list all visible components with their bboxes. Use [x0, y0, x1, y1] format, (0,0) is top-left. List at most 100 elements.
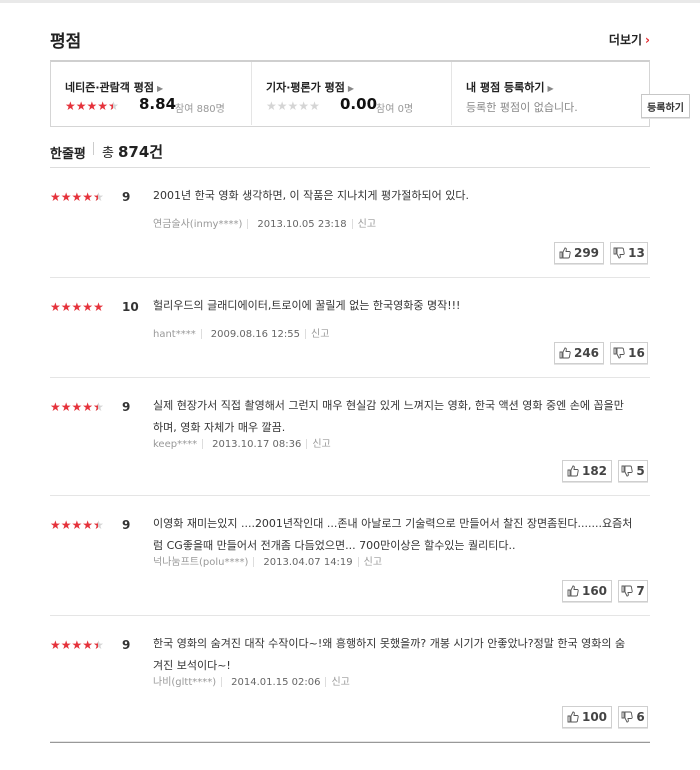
review-author[interactable]: hant****	[153, 329, 196, 340]
divider	[247, 219, 249, 229]
star-icon: ★	[86, 99, 98, 113]
review-score: 10	[122, 300, 139, 314]
star-icon: ★	[287, 99, 299, 113]
star-icon: ★	[93, 190, 104, 204]
star-icon: ★	[60, 400, 72, 414]
review-item: ★★★★★9한국 영화의 숨겨진 대작 수작이다~!왜 흥행하지 못했을까? 개…	[50, 616, 650, 742]
star-icon: ★	[71, 400, 83, 414]
dislike-button[interactable]: 7	[618, 580, 648, 602]
top-border	[0, 0, 700, 3]
divider	[306, 439, 308, 449]
my-score-panel: 내 평점 등록하기 ▶ 등록한 평점이 없습니다. 등록하기	[451, 62, 690, 125]
dislike-count: 13	[628, 246, 645, 260]
netizen-score-label: 네티즌·관람객 평점	[65, 81, 154, 94]
star-icon: ★	[266, 99, 277, 113]
chevron-right-icon: ›	[645, 33, 650, 47]
star-icon: ★	[298, 99, 310, 113]
review-date: 2013.10.05 23:18	[257, 219, 347, 230]
like-button[interactable]: 160	[562, 580, 612, 602]
section-header: 평점 더보기 ›	[50, 27, 650, 52]
review-author[interactable]: 나비(gltt****)	[153, 677, 216, 688]
star-icon: ★	[82, 400, 94, 414]
thumbs-up-icon	[559, 247, 571, 259]
divider	[200, 329, 202, 339]
review-author[interactable]: 연금술사(inmy****)	[153, 219, 242, 230]
divider	[305, 329, 306, 339]
star-icon: ★	[71, 190, 83, 204]
report-link[interactable]: 신고	[311, 329, 329, 340]
star-icon: ★	[82, 190, 94, 204]
review-star-rating: ★★★★★	[50, 638, 104, 652]
review-text: 한국 영화의 숨겨진 대작 수작이다~!왜 흥행하지 못했을까? 개봉 시기가 …	[153, 637, 626, 672]
critic-score-value: 0.00	[340, 95, 378, 113]
review-item: ★★★★★9이영화 재미는있지 ....2001년작인대 ...존내 아날로그 …	[50, 496, 650, 616]
netizen-score-link[interactable]: 네티즌·관람객 평점 ▶	[65, 79, 163, 95]
section-title: 평점	[50, 32, 82, 52]
my-score-note: 등록한 평점이 없습니다.	[466, 101, 578, 114]
like-count: 100	[581, 710, 608, 724]
star-icon: ★	[108, 99, 119, 113]
review-date: 2014.01.15 02:06	[231, 677, 321, 688]
star-icon: ★	[71, 638, 83, 652]
star-icon: ★	[65, 99, 76, 113]
critic-score-link[interactable]: 기자·평론가 평점 ▶	[266, 79, 354, 95]
review-total: 총 874건	[102, 141, 163, 162]
report-link[interactable]: 신고	[312, 439, 330, 450]
star-icon: ★	[60, 300, 72, 314]
like-button[interactable]: 182	[562, 460, 612, 482]
divider	[351, 219, 353, 229]
review-meta: 나비(gltt****) 2014.01.15 02:06 신고	[153, 673, 350, 688]
like-count: 182	[581, 464, 608, 478]
dislike-button[interactable]: 6	[618, 706, 648, 728]
review-item: ★★★★★ 10 헐리우드의 글래디에이터,트로이에 꿀릴게 없는 한국영화중 명작…	[50, 278, 650, 378]
report-link[interactable]: 신고	[364, 557, 382, 568]
like-count: 246	[573, 346, 600, 360]
dislike-button[interactable]: 13	[610, 242, 648, 264]
like-button[interactable]: 100	[562, 706, 612, 728]
more-label: 더보기	[608, 33, 643, 47]
review-score: 9	[122, 190, 131, 204]
caret-right-icon: ▶	[347, 84, 355, 93]
register-score-button[interactable]: 등록하기	[641, 94, 690, 118]
thumbs-down-icon	[621, 711, 633, 723]
dislike-button[interactable]: 5	[618, 460, 648, 482]
oneline-review-label: 한줄평	[50, 147, 86, 162]
star-icon: ★	[93, 400, 104, 414]
star-icon: ★	[60, 638, 72, 652]
netizen-star-rating: ★★★★★	[65, 99, 119, 113]
star-icon: ★	[93, 638, 104, 652]
divider	[221, 677, 223, 687]
dislike-button[interactable]: 16	[610, 342, 648, 364]
my-score-link[interactable]: 내 평점 등록하기 ▶	[466, 79, 554, 95]
review-author[interactable]: keep****	[153, 439, 197, 450]
divider	[93, 142, 94, 155]
star-icon: ★	[93, 300, 104, 314]
review-item: ★★★★★92001년 한국 영화 생각하면, 이 작품은 지나치게 평가절하되…	[50, 168, 650, 278]
report-link[interactable]: 신고	[331, 677, 349, 688]
review-meta: 넉나눔프트(polu****) 2013.04.07 14:19 신고	[153, 553, 382, 568]
review-meta: hant**** 2009.08.16 12:55 신고	[153, 325, 329, 340]
thumbs-down-icon	[621, 585, 633, 597]
review-total-prefix: 총	[102, 146, 114, 161]
star-icon: ★	[60, 190, 72, 204]
netizen-score-value: 8.84	[139, 95, 177, 113]
dislike-count: 16	[628, 346, 645, 360]
report-link[interactable]: 신고	[358, 219, 376, 230]
review-date: 2009.08.16 12:55	[210, 329, 300, 340]
critic-participant-count: 참여 0명	[376, 104, 414, 115]
star-icon: ★	[82, 638, 94, 652]
like-count: 160	[581, 584, 608, 598]
my-score-label: 내 평점 등록하기	[466, 81, 545, 94]
critic-score-label: 기자·평론가 평점	[266, 81, 345, 94]
like-button[interactable]: 299	[554, 242, 604, 264]
review-star-rating: ★★★★★	[50, 300, 104, 314]
star-icon: ★	[276, 99, 288, 113]
more-link[interactable]: 더보기 ›	[609, 31, 650, 48]
star-icon: ★	[71, 518, 83, 532]
thumbs-down-icon	[613, 247, 625, 259]
score-summary-box: 네티즌·관람객 평점▶ ★★★★★ 8.84 참여 880명 기자·평론가 평점…	[50, 60, 690, 127]
review-meta: 연금술사(inmy****) 2013.10.05 23:18 신고	[153, 215, 376, 230]
review-author[interactable]: 넉나눔프트(polu****)	[153, 557, 248, 568]
like-button[interactable]: 246	[554, 342, 604, 364]
review-star-rating: ★★★★★	[50, 190, 104, 204]
